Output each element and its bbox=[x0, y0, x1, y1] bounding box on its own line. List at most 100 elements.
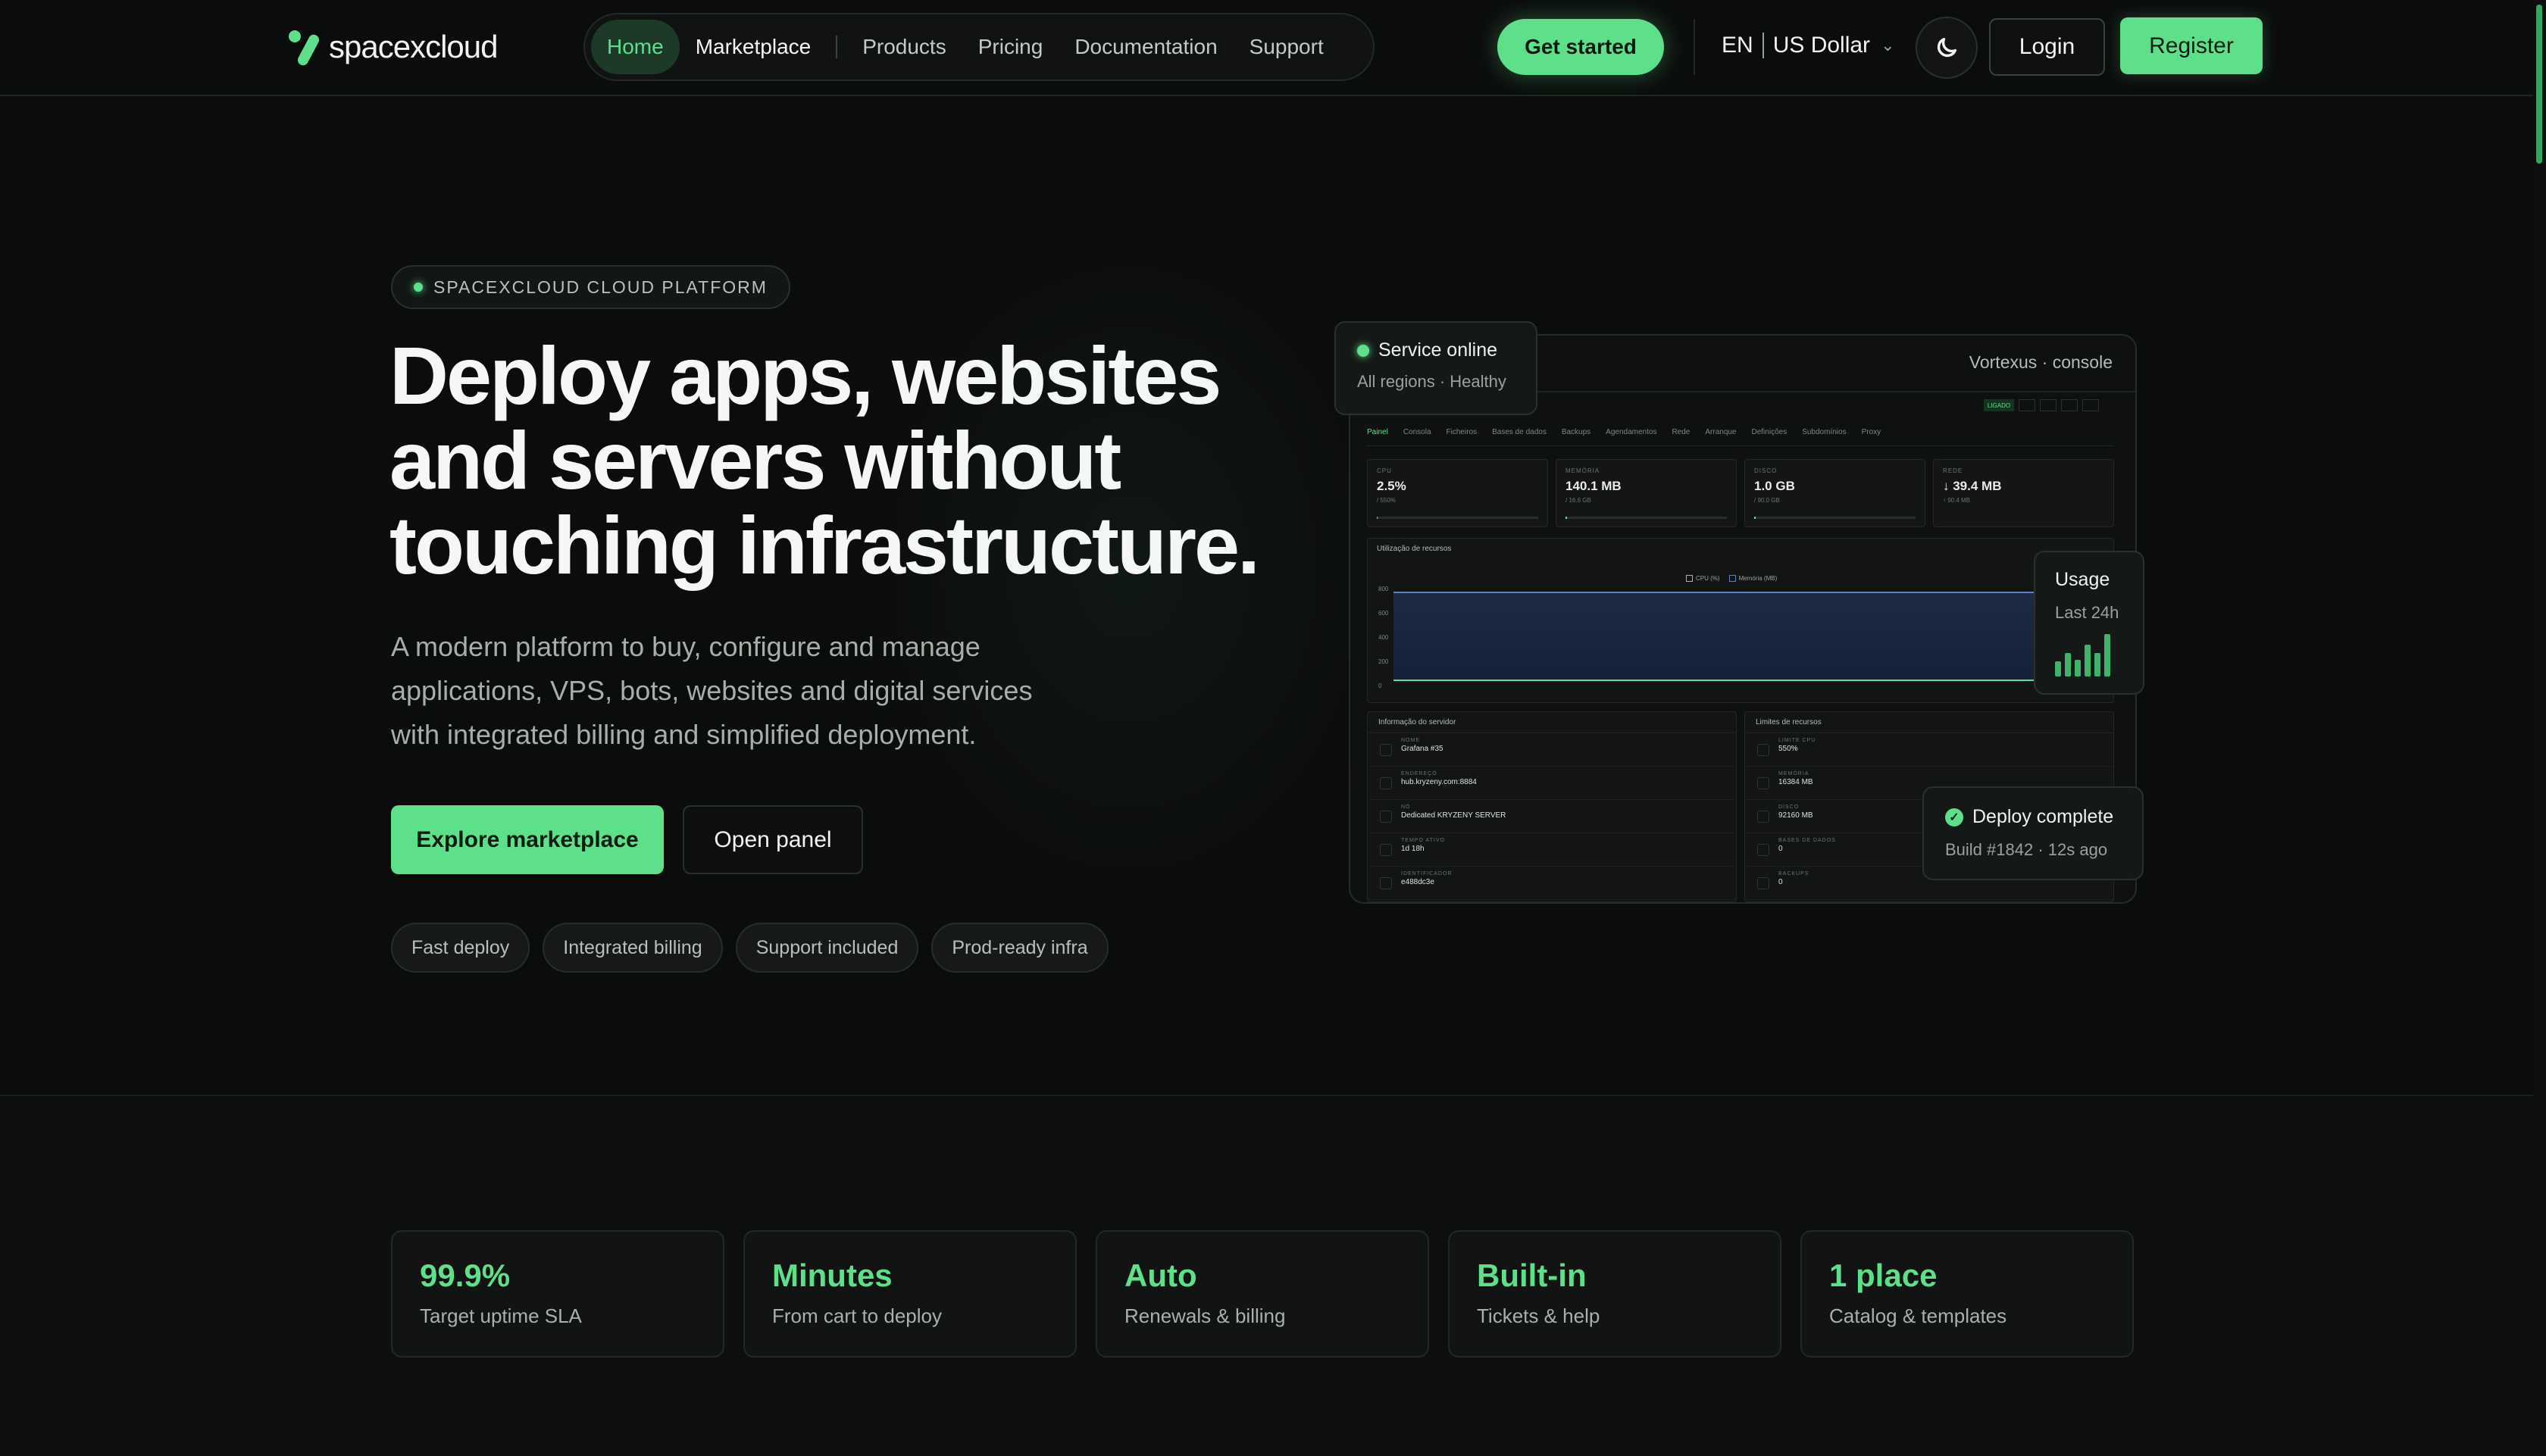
feature-tag: Prod-ready infra bbox=[931, 923, 1109, 973]
y-tick-label: 600 bbox=[1378, 610, 1389, 617]
panel-title: Informação do servidor bbox=[1368, 712, 1736, 733]
stat-value: 2.5% bbox=[1377, 479, 1406, 493]
logo-mark-icon bbox=[286, 26, 324, 68]
usage-bar bbox=[2075, 660, 2081, 676]
card-title: Service online bbox=[1357, 339, 1515, 361]
feature-tag: Integrated billing bbox=[543, 923, 723, 973]
restart-icon bbox=[2040, 399, 2057, 411]
card-title: ✓ Deploy complete bbox=[1945, 806, 2121, 828]
platform-badge: SPACEXCLOUD CLOUD PLATFORM bbox=[391, 265, 790, 309]
main-nav: Home Marketplace Products Pricing Docume… bbox=[583, 13, 1375, 81]
register-button[interactable]: Register bbox=[2120, 17, 2263, 74]
logo[interactable]: spacexcloud bbox=[286, 26, 498, 68]
kill-icon bbox=[2082, 399, 2099, 411]
stat-card: Auto Renewals & billing bbox=[1096, 1230, 1429, 1358]
memory-area bbox=[1393, 592, 2104, 681]
stop-icon bbox=[2061, 399, 2078, 411]
stat-disk: DISCO 1.0 GB / 90.0 GB bbox=[1744, 459, 1925, 527]
language-currency-selector[interactable]: EN US Dollar ⌄ bbox=[1722, 33, 1895, 58]
console-tab: Bases de dados bbox=[1492, 428, 1547, 436]
console-stats: CPU 2.5% / 550% MEMÓRIA 140.1 MB / 16.6 … bbox=[1367, 459, 2114, 527]
stat-headline: Auto bbox=[1124, 1258, 1197, 1293]
console-toolbar: LIGADO bbox=[1984, 399, 2099, 411]
y-tick-label: 800 bbox=[1378, 586, 1389, 592]
scrollbar-thumb[interactable] bbox=[2536, 5, 2542, 164]
stat-label: MEMÓRIA bbox=[1565, 467, 1600, 474]
logo-text: spacexcloud bbox=[329, 29, 498, 64]
stat-value: 1.0 GB bbox=[1754, 479, 1795, 493]
feature-tag: Fast deploy bbox=[391, 923, 530, 973]
console-tab: Proxy bbox=[1861, 428, 1881, 436]
nav-pricing[interactable]: Pricing bbox=[962, 20, 1059, 74]
cpu-line bbox=[1393, 680, 2104, 681]
console-tab: Rede bbox=[1672, 428, 1691, 436]
service-online-card: Service online All regions · Healthy bbox=[1334, 321, 1537, 415]
info-row: NOME Grafana #35 bbox=[1368, 733, 1736, 767]
usage-card: Usage Last 24h bbox=[2034, 551, 2144, 695]
stat-headline: Minutes bbox=[772, 1258, 893, 1293]
console-tab: Arranque bbox=[1705, 428, 1737, 436]
card-subtitle: Last 24h bbox=[2055, 603, 2119, 622]
feature-tag: Support included bbox=[735, 923, 919, 973]
chart-title: Utilização de recursos bbox=[1377, 545, 1452, 553]
nav-divider bbox=[836, 36, 838, 58]
stats-row: 99.9% Target uptime SLA Minutes From car… bbox=[391, 1230, 2134, 1358]
theme-toggle-button[interactable] bbox=[1916, 17, 1978, 79]
legend-cpu: CPU (%) bbox=[1686, 575, 1720, 583]
stat-sub: / 550% bbox=[1377, 497, 1396, 504]
stat-cpu: CPU 2.5% / 550% bbox=[1367, 459, 1548, 527]
stat-sub: / 16.6 GB bbox=[1565, 497, 1591, 504]
stat-network: REDE ↓ 39.4 MB ↑ 90.4 MB bbox=[1933, 459, 2114, 527]
login-button[interactable]: Login bbox=[1989, 18, 2105, 76]
stat-caption: Renewals & billing bbox=[1124, 1304, 1286, 1327]
power-icon bbox=[2019, 399, 2035, 411]
console-tab: Agendamentos bbox=[1606, 428, 1657, 436]
stat-value: ↓ 39.4 MB bbox=[1943, 479, 2002, 493]
moon-icon bbox=[1937, 37, 1957, 58]
console-tab: Backups bbox=[1561, 428, 1591, 436]
stat-caption: Target uptime SLA bbox=[420, 1304, 582, 1327]
nav-home[interactable]: Home bbox=[591, 20, 680, 74]
nav-documentation[interactable]: Documentation bbox=[1059, 20, 1233, 74]
stat-headline: 1 place bbox=[1829, 1258, 1938, 1293]
lang-divider bbox=[1762, 33, 1764, 58]
stat-label: REDE bbox=[1943, 467, 1963, 474]
scrollbar[interactable] bbox=[2533, 0, 2546, 1456]
console-tabs: Painel Consola Ficheiros Bases de dados … bbox=[1367, 428, 2114, 446]
console-tab: Definições bbox=[1751, 428, 1788, 436]
card-subtitle: Build #1842 · 12s ago bbox=[1945, 840, 2108, 859]
stat-bar-fill bbox=[1754, 517, 1756, 519]
stat-card: 1 place Catalog & templates bbox=[1800, 1230, 2134, 1358]
nav-support[interactable]: Support bbox=[1234, 20, 1340, 74]
y-tick-label: 0 bbox=[1378, 683, 1382, 689]
console-tab: Consola bbox=[1403, 428, 1431, 436]
resource-chart: Utilização de recursos CPU (%) Memória (… bbox=[1367, 538, 2114, 703]
open-panel-button[interactable]: Open panel bbox=[683, 805, 863, 874]
hero-headline: Deploy apps, websites and servers withou… bbox=[389, 330, 1260, 591]
badge-label: SPACEXCLOUD CLOUD PLATFORM bbox=[433, 277, 768, 297]
chart-legend: CPU (%) Memória (MB) bbox=[1686, 575, 1777, 583]
stat-caption: From cart to deploy bbox=[772, 1304, 942, 1327]
stat-label: DISCO bbox=[1754, 467, 1778, 474]
info-row: NÓ Dedicated KRYZENY SERVER bbox=[1368, 800, 1736, 833]
server-info-panel: Informação do servidor NOME Grafana #35 E… bbox=[1367, 711, 1737, 902]
hero-subtext: A modern platform to buy, configure and … bbox=[391, 631, 1033, 750]
console-tab: Ficheiros bbox=[1446, 428, 1478, 436]
usage-bar bbox=[2104, 634, 2110, 676]
get-started-button[interactable]: Get started bbox=[1497, 19, 1664, 75]
usage-bar bbox=[2055, 661, 2061, 676]
currency-label: US Dollar bbox=[1772, 33, 1871, 58]
y-tick-label: 400 bbox=[1378, 634, 1389, 641]
status-dot-icon bbox=[1357, 344, 1369, 357]
stat-card: 99.9% Target uptime SLA bbox=[391, 1230, 724, 1358]
stat-bar bbox=[1377, 517, 1538, 519]
stat-bar bbox=[1754, 517, 1916, 519]
stat-value: 140.1 MB bbox=[1565, 479, 1622, 493]
nav-marketplace[interactable]: Marketplace bbox=[680, 20, 827, 74]
stat-memory: MEMÓRIA 140.1 MB / 16.6 GB bbox=[1556, 459, 1737, 527]
nav-products[interactable]: Products bbox=[846, 20, 962, 74]
feature-tags: Fast deploy Integrated billing Support i… bbox=[391, 923, 1109, 973]
stat-headline: 99.9% bbox=[420, 1258, 511, 1293]
explore-marketplace-button[interactable]: Explore marketplace bbox=[391, 805, 664, 874]
deploy-complete-card: ✓ Deploy complete Build #1842 · 12s ago bbox=[1922, 786, 2144, 880]
